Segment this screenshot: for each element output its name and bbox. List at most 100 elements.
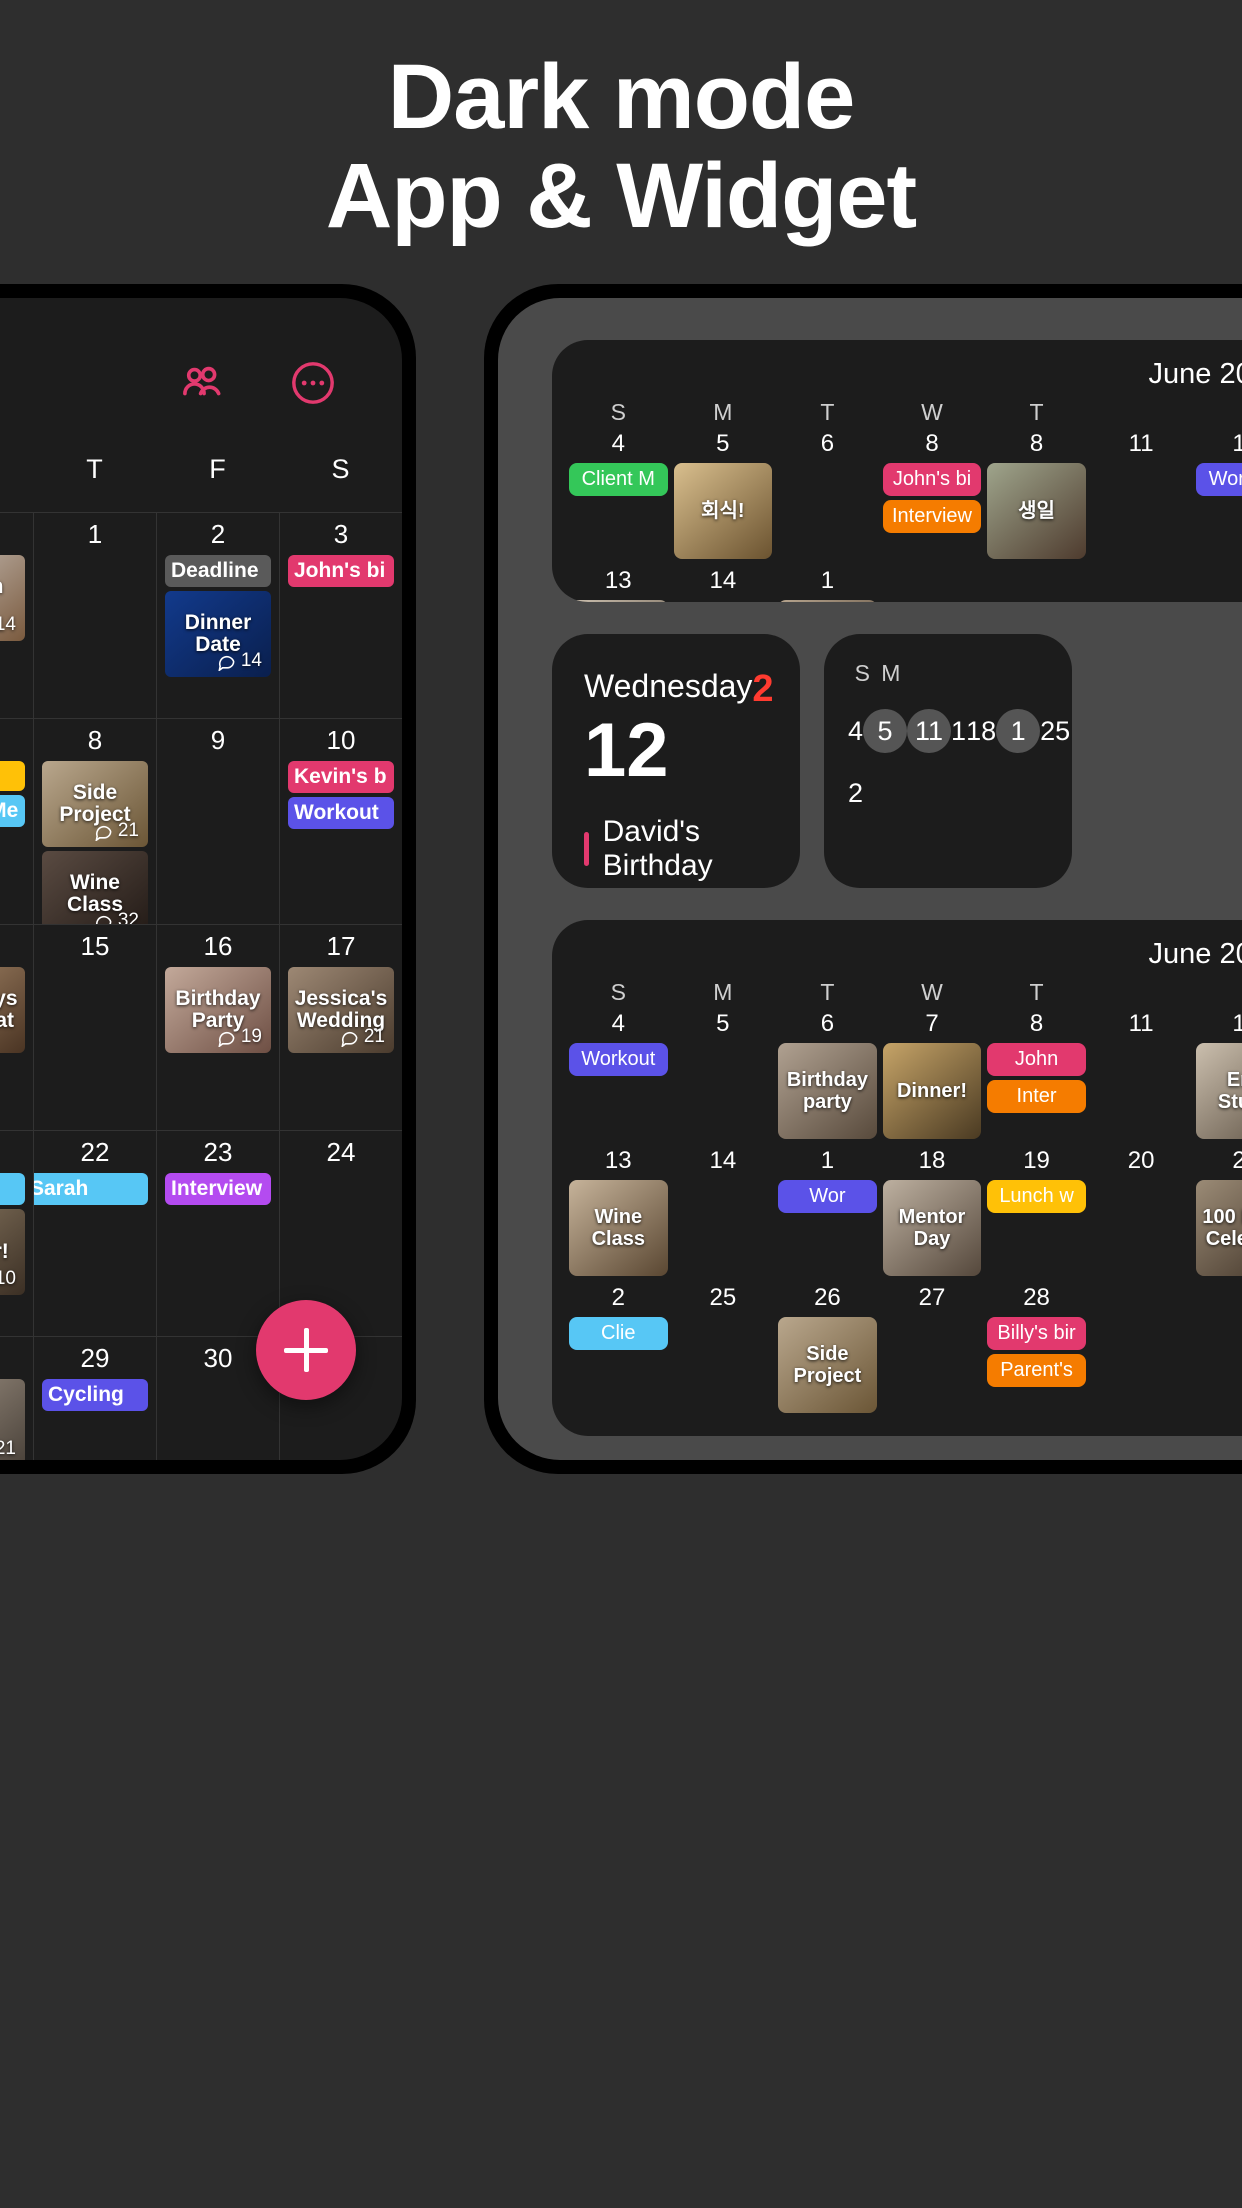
calendar-event[interactable]: Dinner Date 14 — [165, 591, 271, 677]
widget-day-cell[interactable]: 8 생일 — [984, 426, 1089, 563]
day-cell[interactable]: 9 — [156, 718, 279, 924]
widget-event[interactable]: Wine Class — [569, 1180, 668, 1276]
mini-day-cell[interactable]: 11 — [907, 709, 952, 753]
widget-day-cell[interactable]: 5 — [671, 1006, 776, 1143]
widget-day-cell[interactable] — [1089, 1280, 1194, 1417]
day-cell[interactable]: 14 100 Days Celebrat — [0, 924, 33, 1130]
mini-day-cell[interactable]: 18 — [966, 709, 996, 753]
calendar-event[interactable]: Jessica's Wedding 21 — [288, 967, 394, 1053]
mini-day-cell[interactable]: 1 — [951, 709, 966, 753]
widget-day-cell[interactable]: 28 Billy's bir Parent's — [984, 1280, 1089, 1417]
calendar-event[interactable]: Workout — [288, 797, 394, 829]
widget-day-cell[interactable]: 26 Side Project — [775, 1280, 880, 1417]
widget-event[interactable]: Eng Study — [1196, 1043, 1242, 1139]
day-cell[interactable]: 17 Jessica's Wedding 21 — [279, 924, 402, 1130]
day-cell[interactable]: 1 — [33, 512, 156, 718]
calendar-event[interactable]: Birthday Party 19 — [165, 967, 271, 1053]
widget-day-cell[interactable]: 8 John's bi Interview — [880, 426, 985, 563]
widget-day-cell[interactable]: 2 Clie — [566, 1280, 671, 1417]
widget-day-cell[interactable]: 11 — [1089, 426, 1194, 563]
calendar-event[interactable]: Cycling — [42, 1379, 148, 1411]
mini-day-cell[interactable]: 25 — [1040, 709, 1070, 753]
widget-event[interactable]: Birthday party — [778, 1043, 877, 1139]
calendar-event[interactable]: ine — [0, 1173, 25, 1205]
calendar-event[interactable]: Wine Class 32 — [42, 851, 148, 924]
day-cell[interactable]: 8 Side Project 21 Wine Class 32 — [33, 718, 156, 924]
day-cell[interactable]: 23 Interview — [156, 1130, 279, 1336]
day-widget-event[interactable]: David's Birthday — [584, 815, 768, 883]
widget-day-cell[interactable]: 14 — [671, 563, 776, 602]
widget-day-cell[interactable]: 6 — [775, 426, 880, 563]
widget-day-cell[interactable]: 5 회식! — [671, 426, 776, 563]
calendar-event[interactable]: Kevin's b — [288, 761, 394, 793]
widget-day[interactable]: Wednesday 2 12 David's BirthdayFamily Tr… — [552, 634, 800, 888]
widget-event[interactable]: Parent's — [987, 1354, 1086, 1387]
widget-day-cell[interactable]: 13 Wine Class — [566, 1143, 671, 1280]
day-cell[interactable]: 31 Lunch with14 — [0, 512, 33, 718]
widget-day-cell[interactable]: 1 Wor — [775, 1143, 880, 1280]
day-cell[interactable]: 3 John's bi — [279, 512, 402, 718]
day-cell[interactable]: 28 sh y21 — [0, 1336, 33, 1460]
widget-day-cell[interactable]: 1 와 클럽 — [775, 563, 880, 602]
day-cell[interactable]: 22 Business Trip - Sarah — [33, 1130, 156, 1336]
widget-day-cell[interactable]: 6 Birthday party — [775, 1006, 880, 1143]
widget-event[interactable]: 영어 스터디 — [569, 600, 668, 602]
widget-day-cell[interactable]: 25 — [671, 1280, 776, 1417]
day-cell[interactable]: 10 Kevin's b Workout — [279, 718, 402, 924]
widget-event[interactable]: 100 Days Celebrat — [1196, 1180, 1242, 1276]
widget-mini-month[interactable]: SM 4 5 11 1 18 1 25 2 — [824, 634, 1072, 888]
widget-event[interactable]: Mentor Day — [882, 1180, 982, 1276]
day-cell[interactable]: 7 Client Me — [0, 718, 33, 924]
widget-event[interactable]: Interview — [882, 500, 982, 533]
mini-day-cell[interactable]: 2 — [848, 771, 863, 815]
mini-day-cell[interactable]: 5 — [863, 709, 908, 753]
widget-day-cell[interactable]: 13 영어 스터디 — [566, 563, 671, 602]
calendar-event[interactable]: Dinner! 10 — [0, 1209, 25, 1295]
widget-day-cell[interactable]: 12 Workout — [1193, 426, 1242, 563]
widget-event[interactable]: Clie — [569, 1317, 668, 1350]
widget-month-bottom[interactable]: June 2023 S M T W T 4 Workout 5 6 Birthday party… — [552, 920, 1242, 1436]
widget-day-cell[interactable]: 18 Mentor Day — [880, 1143, 985, 1280]
widget-day-cell[interactable]: 20 — [1089, 1143, 1194, 1280]
calendar-event[interactable]: Side Project 21 — [42, 761, 148, 847]
widget-day-cell[interactable]: 4 Client M — [566, 426, 671, 563]
mini-day-cell[interactable]: 4 — [848, 709, 863, 753]
widget-event[interactable]: Side Project — [778, 1317, 877, 1413]
widget-day-cell[interactable]: 7 Dinner! — [880, 1006, 985, 1143]
widget-day-cell[interactable]: 8 John Inter — [984, 1006, 1089, 1143]
day-cell[interactable]: 2 Deadline Dinner Date 14 — [156, 512, 279, 718]
widget-day-cell[interactable]: 12 Eng Study — [1193, 1006, 1242, 1143]
widget-day-cell[interactable]: 11 — [1089, 1006, 1194, 1143]
day-cell[interactable]: 16 Birthday Party 19 — [156, 924, 279, 1130]
widget-event[interactable]: 와 클럽 — [778, 600, 877, 602]
day-cell[interactable]: 15 — [33, 924, 156, 1130]
people-icon[interactable] — [170, 352, 232, 414]
widget-event[interactable]: Dinner! — [882, 1043, 982, 1139]
calendar-event[interactable]: Lunch with14 — [0, 555, 25, 641]
calendar-event[interactable]: 100 Days Celebrat — [0, 967, 25, 1053]
mini-day-cell[interactable]: 1 — [996, 709, 1041, 753]
widget-event[interactable]: Workout — [569, 1043, 668, 1076]
calendar-event[interactable]: John's bi — [288, 555, 394, 587]
widget-event[interactable]: Client M — [569, 463, 668, 496]
widget-event[interactable]: Wor — [778, 1180, 877, 1213]
calendar-event[interactable] — [0, 761, 25, 791]
widget-event[interactable]: Inter — [987, 1080, 1086, 1113]
calendar-event[interactable]: sh y21 — [0, 1379, 25, 1460]
widget-day-cell[interactable]: 27 — [880, 1280, 985, 1417]
calendar-event[interactable]: Interview — [165, 1173, 271, 1205]
widget-day-cell[interactable]: 21 100 Days Celebrat — [1193, 1143, 1242, 1280]
widget-day-cell[interactable]: 14 — [671, 1143, 776, 1280]
calendar-event[interactable]: Business Trip - Sarah — [34, 1173, 148, 1205]
widget-event[interactable]: Billy's bir — [987, 1317, 1086, 1350]
calendar-event[interactable]: Deadline — [165, 555, 271, 587]
calendar-event[interactable]: Client Me — [0, 795, 25, 827]
widget-event[interactable]: John — [987, 1043, 1086, 1076]
widget-event[interactable]: John's bi — [882, 463, 982, 496]
widget-day-cell[interactable]: 4 Workout — [566, 1006, 671, 1143]
widget-event[interactable]: 회식! — [673, 463, 773, 559]
more-circle-icon[interactable] — [282, 352, 344, 414]
widget-event[interactable]: Lunch w — [987, 1180, 1086, 1213]
widget-day-cell[interactable]: 19 Lunch w — [984, 1143, 1089, 1280]
widget-event[interactable]: Workout — [1196, 463, 1242, 496]
